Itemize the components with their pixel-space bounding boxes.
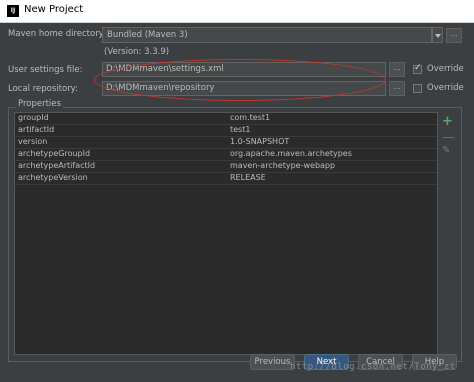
property-value: maven-archetype-webapp (230, 161, 336, 170)
property-key: version (18, 137, 48, 146)
property-key: archetypeArtifactId (18, 161, 96, 170)
maven-home-label: Maven home directory: (8, 29, 106, 39)
table-row[interactable]: archetypeArtifactId maven-archetype-webap… (15, 161, 437, 173)
user-settings-override-label: Override (427, 64, 464, 74)
table-row[interactable]: groupId com.test1 (15, 113, 437, 125)
title-bar: IJ New Project (0, 0, 474, 23)
user-settings-label: User settings file: (8, 65, 83, 75)
property-value: 1.0-SNAPSHOT (230, 137, 290, 146)
properties-title: Properties (16, 99, 63, 109)
table-row[interactable]: version 1.0-SNAPSHOT (15, 137, 437, 149)
property-value: org.apache.maven.archetypes (230, 149, 352, 158)
previous-button[interactable]: Previous (250, 354, 295, 370)
edit-icon[interactable]: ✎ (442, 145, 450, 156)
user-settings-override-checkbox[interactable] (413, 63, 422, 74)
property-value: RELEASE (230, 173, 266, 182)
red-annotation-oval (94, 59, 386, 101)
maven-version-text: (Version: 3.3.9) (104, 47, 170, 57)
user-settings-browse-button[interactable]: ... (389, 62, 405, 77)
property-key: archetypeVersion (18, 173, 88, 182)
maven-home-value: Bundled (Maven 3) (107, 30, 188, 40)
property-key: archetypeGroupId (18, 149, 91, 158)
dialog-body: Maven home directory: Bundled (Maven 3) … (0, 23, 474, 382)
table-row[interactable]: archetypeVersion RELEASE (15, 173, 437, 185)
remove-icon[interactable]: — (442, 130, 455, 145)
local-repository-browse-button[interactable]: ... (389, 81, 405, 96)
property-key: artifactId (18, 125, 55, 134)
watermark-text: http://blog.csdn.net/Tony_zt (290, 362, 456, 372)
property-key: groupId (18, 113, 49, 122)
property-value: test1 (230, 125, 251, 134)
chevron-down-icon[interactable] (432, 27, 443, 43)
table-row[interactable]: artifactId test1 (15, 125, 437, 137)
local-repository-label: Local repository: (8, 84, 78, 94)
maven-home-browse-button[interactable]: ... (446, 28, 462, 43)
local-repository-override-label: Override (427, 83, 464, 93)
property-value: com.test1 (230, 113, 271, 122)
maven-home-combo[interactable]: Bundled (Maven 3) (102, 27, 432, 43)
properties-table[interactable]: groupId com.test1 artifactId test1 version 1.… (14, 112, 438, 355)
add-icon[interactable]: + (442, 114, 453, 129)
intellij-icon: IJ (7, 5, 19, 17)
local-repository-override-checkbox[interactable] (413, 84, 422, 93)
table-row[interactable]: archetypeGroupId org.apache.maven.archety… (15, 149, 437, 161)
window-title: New Project (24, 4, 84, 15)
